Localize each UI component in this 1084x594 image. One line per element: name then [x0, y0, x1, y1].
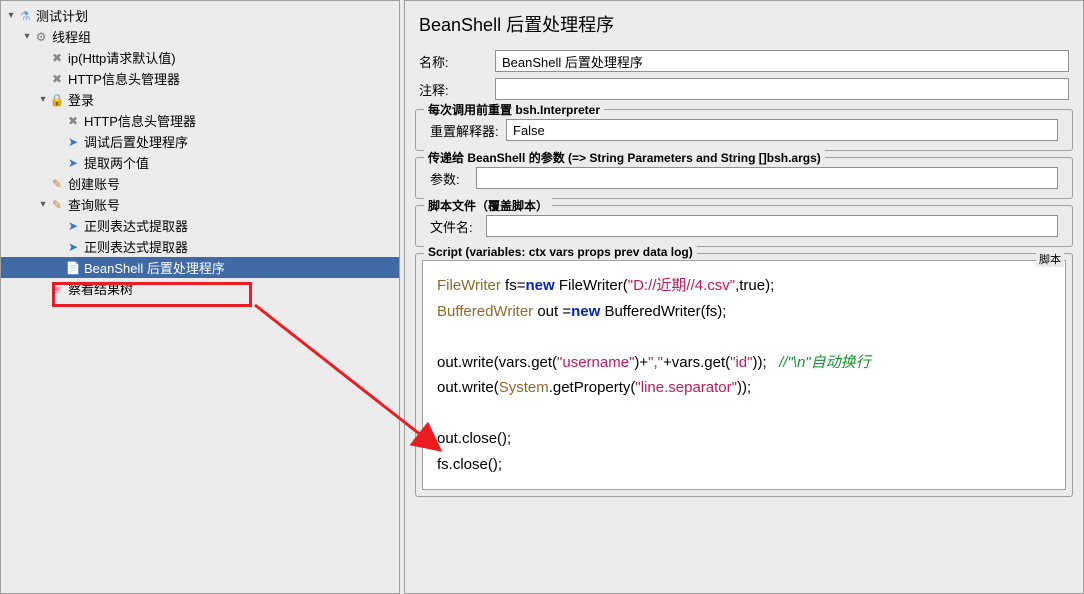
tree-node-ipdefaults[interactable]: ✖ ip(Http请求默认值) [1, 47, 399, 68]
tree-panel: ▾ ⚗ 测试计划 ▾ ⚙ 线程组 ✖ ip(Http请求默认值) ✖ HTTP信… [0, 0, 400, 594]
config-icon: ✖ [49, 71, 65, 87]
tree-node-regex1[interactable]: ➤ 正则表达式提取器 [1, 215, 399, 236]
tree-node-headermgr2[interactable]: ✖ HTTP信息头管理器 [1, 110, 399, 131]
name-input[interactable] [495, 50, 1069, 72]
tree-label: 登录 [68, 90, 94, 109]
tree-node-viewresults[interactable]: ❀ 察看结果树 [1, 278, 399, 299]
tree-label: 线程组 [52, 27, 91, 46]
gear-icon: ⚙ [33, 29, 49, 45]
tree-label: HTTP信息头管理器 [84, 111, 196, 130]
tree-label: 提取两个值 [84, 153, 149, 172]
arrow-icon: ➤ [65, 134, 81, 150]
section-scriptfile: 脚本文件（覆盖脚本） 文件名: [415, 205, 1073, 247]
section-title: 传递给 BeanShell 的参数 (=> String Parameters … [424, 149, 825, 166]
tree-node-regex2[interactable]: ➤ 正则表达式提取器 [1, 236, 399, 257]
expand-icon[interactable]: ▾ [5, 10, 17, 21]
panel-title: BeanShell 后置处理程序 [411, 7, 1077, 47]
tree-label: ip(Http请求默认值) [68, 48, 176, 67]
pencil-icon: ✎ [49, 176, 65, 192]
tree-results-icon: ❀ [49, 281, 65, 297]
tree-label: 测试计划 [36, 6, 88, 25]
tree-node-createacct[interactable]: ✎ 创建账号 [1, 173, 399, 194]
name-label: 名称: [419, 52, 489, 71]
tree-label: 正则表达式提取器 [84, 237, 188, 256]
expand-icon[interactable]: ▾ [37, 199, 49, 210]
tree-node-queryacct[interactable]: ▾ ✎ 查询账号 [1, 194, 399, 215]
reset-input[interactable] [506, 119, 1058, 141]
script-corner-label: 脚本 [1036, 251, 1064, 267]
tree-label: 查询账号 [68, 195, 120, 214]
filename-input[interactable] [486, 215, 1058, 237]
config-icon: ✖ [65, 113, 81, 129]
tree-label: 正则表达式提取器 [84, 216, 188, 235]
tree-node-debugpost[interactable]: ➤ 调试后置处理程序 [1, 131, 399, 152]
section-title: Script (variables: ctx vars props prev d… [424, 245, 697, 259]
tree-node-extract[interactable]: ➤ 提取两个值 [1, 152, 399, 173]
comment-input[interactable] [495, 78, 1069, 100]
tree-node-headermgr[interactable]: ✖ HTTP信息头管理器 [1, 68, 399, 89]
section-title: 每次调用前重置 bsh.Interpreter [424, 101, 604, 118]
flask-icon: ⚗ [17, 8, 33, 24]
tree-node-threadgroup[interactable]: ▾ ⚙ 线程组 [1, 26, 399, 47]
tree-label: BeanShell 后置处理程序 [84, 258, 225, 277]
document-icon: 📄 [65, 260, 81, 276]
reset-label: 重置解释器: [430, 121, 500, 140]
filename-label: 文件名: [430, 217, 480, 236]
section-reset-interpreter: 每次调用前重置 bsh.Interpreter 重置解释器: [415, 109, 1073, 151]
config-icon: ✖ [49, 50, 65, 66]
section-script: Script (variables: ctx vars props prev d… [415, 253, 1073, 497]
expand-icon[interactable]: ▾ [21, 31, 33, 42]
pencil-icon: ✎ [49, 197, 65, 213]
params-label: 参数: [430, 169, 470, 188]
tree-node-login[interactable]: ▾ 🔒 登录 [1, 89, 399, 110]
arrow-icon: ➤ [65, 239, 81, 255]
script-editor[interactable]: FileWriter fs=new FileWriter("D://近期//4.… [422, 260, 1066, 490]
section-title: 脚本文件（覆盖脚本） [424, 197, 552, 214]
section-parameters: 传递给 BeanShell 的参数 (=> String Parameters … [415, 157, 1073, 199]
test-plan-tree[interactable]: ▾ ⚗ 测试计划 ▾ ⚙ 线程组 ✖ ip(Http请求默认值) ✖ HTTP信… [1, 1, 399, 303]
tree-node-beanshell[interactable]: 📄 BeanShell 后置处理程序 [1, 257, 399, 278]
tree-label: 察看结果树 [68, 279, 133, 298]
arrow-icon: ➤ [65, 155, 81, 171]
lock-icon: 🔒 [49, 92, 65, 108]
arrow-icon: ➤ [65, 218, 81, 234]
tree-label: HTTP信息头管理器 [68, 69, 180, 88]
expand-icon[interactable]: ▾ [37, 94, 49, 105]
comment-label: 注释: [419, 80, 489, 99]
tree-label: 调试后置处理程序 [84, 132, 188, 151]
properties-panel: BeanShell 后置处理程序 名称: 注释: 每次调用前重置 bsh.Int… [404, 0, 1084, 594]
tree-label: 创建账号 [68, 174, 120, 193]
params-input[interactable] [476, 167, 1058, 189]
tree-node-testplan[interactable]: ▾ ⚗ 测试计划 [1, 5, 399, 26]
